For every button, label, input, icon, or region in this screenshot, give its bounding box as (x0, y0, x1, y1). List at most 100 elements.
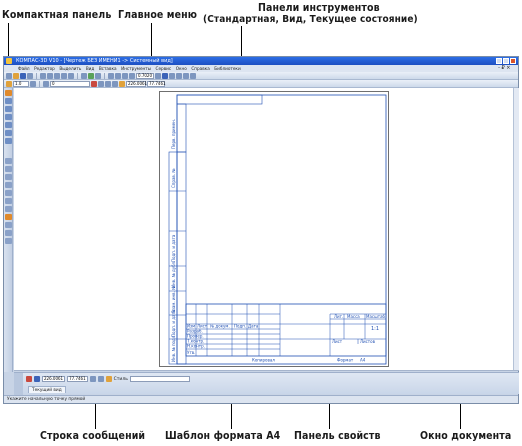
redraw-icon[interactable] (176, 72, 182, 79)
zoom-dropdown-icon[interactable] (155, 72, 161, 79)
parametrization-icon[interactable] (5, 122, 12, 128)
polyline-icon[interactable] (5, 190, 12, 196)
stop-icon[interactable] (26, 376, 32, 382)
zoom-out-icon[interactable] (115, 72, 121, 79)
snap-icon[interactable] (91, 80, 97, 87)
paste-icon[interactable] (54, 72, 60, 79)
equidistant-icon[interactable] (5, 238, 12, 244)
measurements-icon[interactable] (5, 130, 12, 136)
properties-row: 226.0061 77.7461 Стиль (26, 376, 190, 382)
layer-field[interactable]: 0 (50, 80, 90, 87)
menu-libraries[interactable]: Библиотеки (214, 65, 240, 72)
a4-template-sheet: Перв. примен. Справ. № Подп. и дата Инв.… (159, 91, 389, 367)
pan-icon[interactable] (162, 72, 168, 79)
vertical-scrollbar[interactable] (513, 88, 519, 370)
zoom-all-icon[interactable] (129, 72, 135, 79)
menu-editor[interactable]: Редактор (34, 65, 55, 72)
local-cs-icon[interactable] (105, 80, 111, 87)
editing-icon[interactable] (5, 114, 12, 120)
annotation-line-message (95, 400, 96, 429)
minimize-button[interactable] (496, 58, 502, 64)
arc-icon[interactable] (5, 174, 12, 180)
annotation-compact-panel: Компактная панель (2, 9, 112, 21)
spline-icon[interactable] (5, 182, 12, 188)
cursor-x-field[interactable]: 226.0061 (126, 80, 147, 87)
snap-settings-icon[interactable] (119, 80, 125, 87)
refresh-icon[interactable] (169, 72, 175, 79)
menu-view[interactable]: Вид (86, 65, 95, 72)
tab-current-view[interactable]: Текущий вид (28, 386, 66, 393)
tb-masshtab-value: 1:1 (371, 326, 379, 332)
document-window[interactable]: Перв. примен. Справ. № Подп. и дата Инв.… (14, 88, 519, 371)
fillet-icon[interactable] (5, 214, 12, 220)
line-icon[interactable] (5, 158, 12, 164)
annotation-message-line: Строка сообщений (40, 430, 146, 442)
render-mode-icon[interactable] (183, 72, 189, 79)
maximize-button[interactable] (503, 58, 509, 64)
line-style-icon[interactable] (105, 376, 112, 382)
scale-dropdown-icon[interactable] (30, 80, 36, 87)
tb-n-dokum: № докум. (210, 324, 230, 329)
hatch-icon[interactable] (5, 222, 12, 228)
menu-window[interactable]: Окно (176, 65, 187, 72)
properties-icon[interactable] (81, 72, 87, 79)
circle-icon[interactable] (5, 166, 12, 172)
copy-icon[interactable] (47, 72, 53, 79)
toolbar-separator (104, 72, 105, 79)
side-label-1: Перв. примен. (171, 119, 176, 149)
chamfer-icon[interactable] (5, 206, 12, 212)
tb-masshtab: Масштаб (366, 314, 386, 319)
open-file-icon[interactable] (13, 72, 19, 79)
properties-panel-handle[interactable] (14, 373, 23, 395)
help-icon[interactable] (95, 72, 101, 79)
next-point-icon[interactable] (97, 376, 104, 382)
contour-icon[interactable] (5, 230, 12, 236)
geometry-icon[interactable] (5, 90, 12, 96)
cursor-y-field[interactable]: 77.7461 (147, 80, 166, 87)
menu-insert[interactable]: Вставка (99, 65, 117, 72)
toolbar-separator (39, 80, 40, 87)
menu-tools[interactable]: Инструменты (121, 65, 151, 72)
menu-service[interactable]: Сервис (156, 65, 172, 72)
undo-icon[interactable] (61, 72, 67, 79)
application-window: КОМПАС-3D V10 - [Чертеж БЕЗ ИМЕНИ1 -> Си… (3, 56, 519, 404)
zoom-in-icon[interactable] (108, 72, 114, 79)
tb-format: Формат (337, 358, 354, 363)
snap-point-icon[interactable] (89, 376, 96, 382)
tb-lit: Лит. (334, 314, 343, 319)
app-icon (6, 58, 12, 64)
menu-help[interactable]: Справка (191, 65, 209, 72)
point-icon[interactable] (34, 376, 40, 382)
ortho-icon[interactable] (112, 80, 118, 87)
annotation-toolbars-title: Панели инструментов (258, 2, 380, 14)
zoom-field[interactable]: 0.7020 (136, 72, 154, 79)
layer-icon[interactable] (43, 80, 49, 87)
annotation-template-a4: Шаблон формата А4 (165, 430, 281, 442)
cut-icon[interactable] (40, 72, 46, 79)
state-icon[interactable] (6, 80, 12, 87)
grid-icon[interactable] (98, 80, 104, 87)
annotation-main-menu: Главное меню (118, 9, 198, 21)
toolbar-separator (36, 72, 37, 79)
shading-icon[interactable] (190, 72, 196, 79)
designations-icon[interactable] (5, 106, 12, 112)
zoom-window-icon[interactable] (122, 72, 128, 79)
menu-file[interactable]: Файл (18, 65, 30, 72)
save-icon[interactable] (20, 72, 26, 79)
redo-icon[interactable] (68, 72, 74, 79)
point-y-field[interactable]: 77.7461 (67, 376, 88, 382)
annotation-toolbars-subtitle: (Стандартная, Вид, Текущее состояние) (203, 14, 418, 25)
selection-icon[interactable] (5, 138, 12, 144)
dimensions-icon[interactable] (5, 98, 12, 104)
point-x-field[interactable]: 226.0061 (42, 376, 66, 382)
print-icon[interactable] (27, 72, 33, 79)
rectangle-icon[interactable] (5, 198, 12, 204)
menu-select[interactable]: Выделить (59, 65, 81, 72)
scale-field[interactable]: 1.0 (13, 80, 29, 87)
library-icon[interactable] (88, 72, 94, 79)
document-window-controls[interactable]: - ₽ × (498, 65, 510, 72)
new-file-icon[interactable] (6, 72, 12, 79)
style-select[interactable] (129, 376, 190, 382)
close-button[interactable] (510, 58, 516, 64)
properties-panel: 226.0061 77.7461 Стиль Текущий вид (14, 372, 519, 395)
